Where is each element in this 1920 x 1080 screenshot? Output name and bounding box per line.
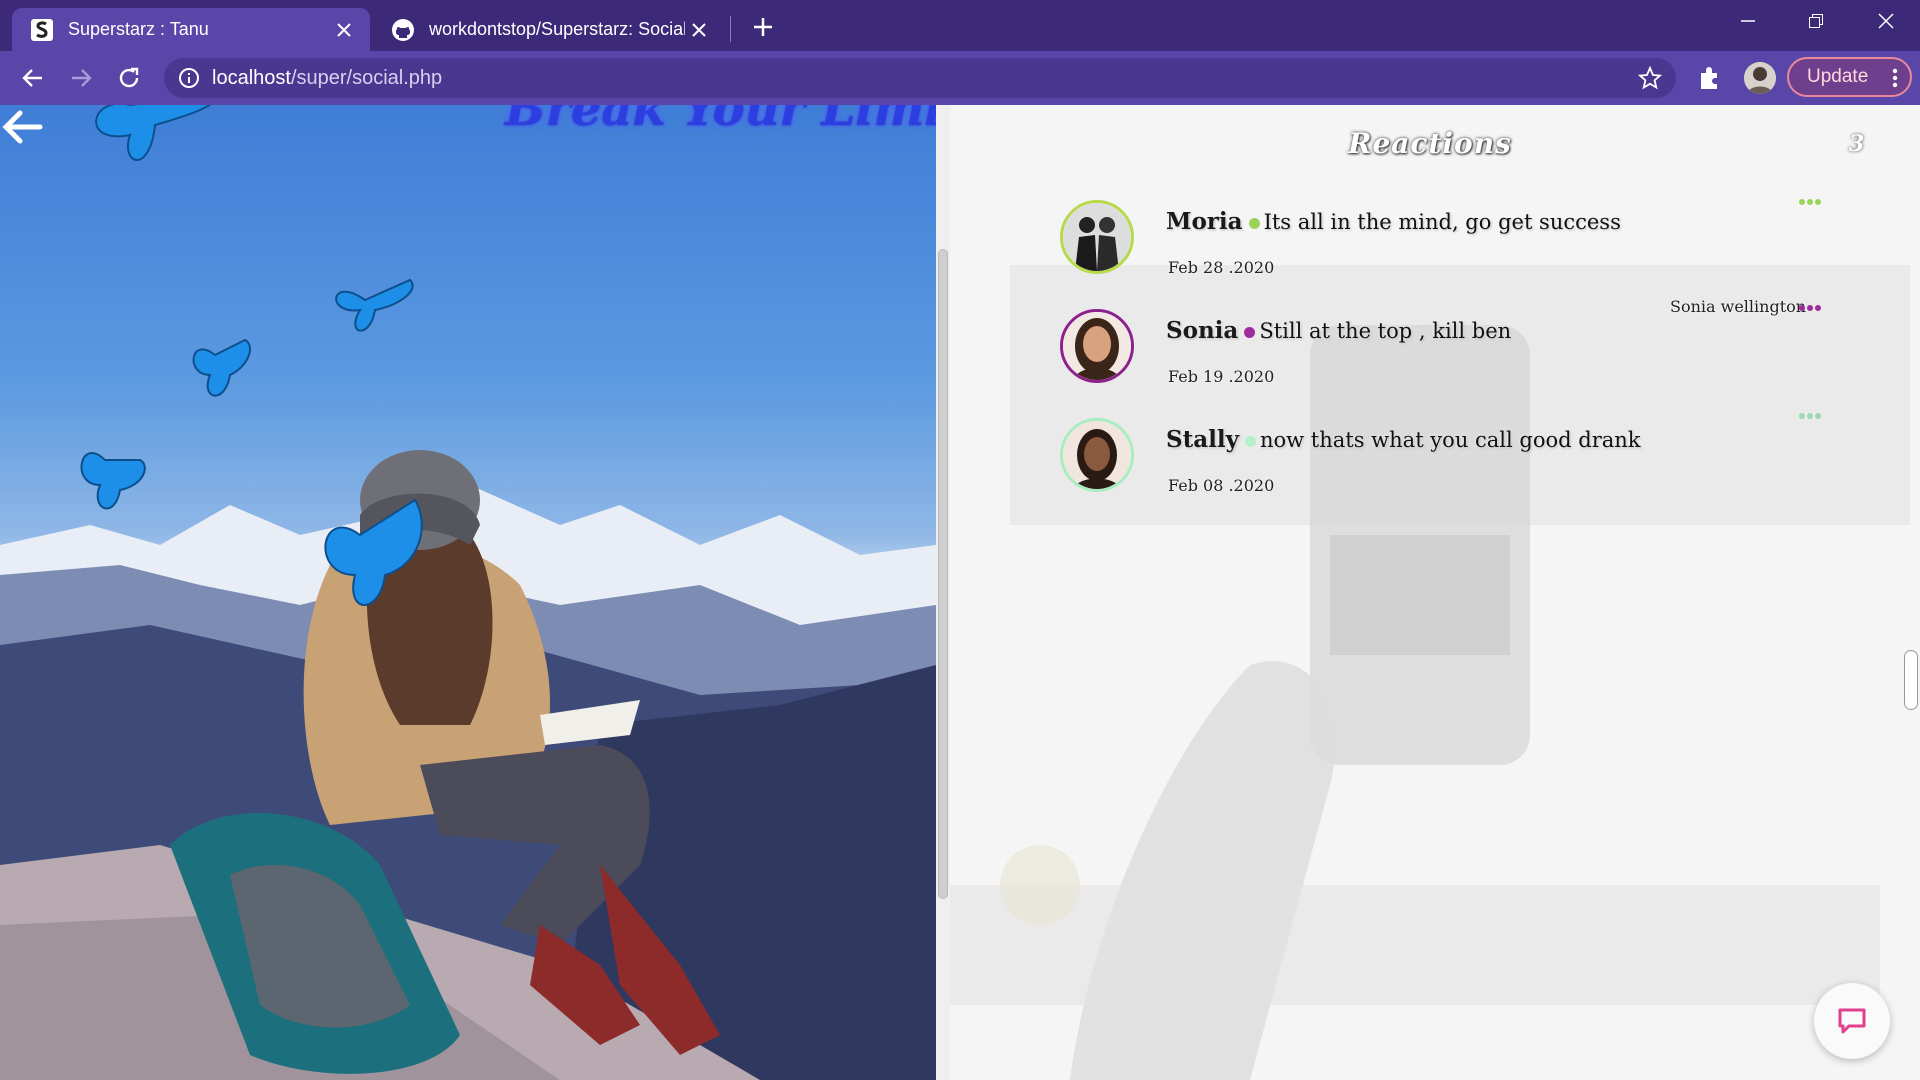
status-dot [1244, 435, 1256, 447]
hero-landscape-illustration [0, 105, 936, 1080]
minimize-icon [1741, 20, 1755, 22]
status-dot [1248, 217, 1260, 229]
update-label: Update [1807, 66, 1869, 87]
commenter-name[interactable]: Sonia [1166, 317, 1238, 344]
comment-item: Sonia Still at the top , kill ben Feb 19 … [1060, 309, 1860, 399]
scrollbar-thumb[interactable] [938, 249, 948, 899]
close-window-button[interactable] [1852, 0, 1920, 42]
close-icon [1878, 13, 1894, 29]
tab-strip: Superstarz : Tanu workdontstop/Superstar… [0, 0, 1920, 51]
page-scrollbar-thumb[interactable] [1904, 650, 1918, 710]
left-panel-scrollbar[interactable] [936, 105, 950, 1080]
close-tab-icon[interactable] [685, 16, 713, 44]
github-icon [391, 18, 415, 42]
commenter-name[interactable]: Stally [1166, 426, 1239, 453]
avatar[interactable] [1060, 309, 1134, 383]
restore-icon [1809, 14, 1823, 28]
url-text: localhost/super/social.php [212, 67, 442, 90]
tab-title: Superstarz : Tanu [68, 19, 209, 39]
tab-github[interactable]: workdontstop/Superstarz: Social [373, 8, 725, 51]
chat-bubble-icon [1838, 1008, 1866, 1034]
reload-button[interactable] [112, 61, 146, 95]
bookmark-star-icon[interactable] [1638, 66, 1662, 90]
comment-date: Feb 08 .2020 [1168, 476, 1275, 495]
forward-button[interactable] [64, 61, 98, 95]
reactions-panel: Reactions 3 Sonia wellington Moria Its al… [950, 105, 1920, 1080]
profile-avatar[interactable] [1744, 62, 1776, 94]
address-bar[interactable]: localhost/super/social.php [164, 58, 1676, 98]
comment-item: Stally now thats what you call good drank… [1060, 418, 1860, 508]
commenter-name[interactable]: Moria [1166, 208, 1243, 235]
tab-title: workdontstop/Superstarz: Social [429, 19, 685, 39]
slogan-text: Break Your Limits [505, 105, 936, 137]
comment-text: Still at the top , kill ben [1259, 319, 1512, 343]
reload-icon [119, 67, 139, 88]
tab-separator [730, 16, 731, 42]
avatar-photo-icon [1063, 312, 1131, 380]
profile-photo-icon [1744, 62, 1776, 94]
minimize-button[interactable] [1714, 0, 1782, 42]
arrow-left-icon [22, 69, 42, 87]
url-path: /super/social.php [290, 66, 443, 89]
avatar[interactable] [1060, 200, 1134, 274]
back-button[interactable] [16, 61, 50, 95]
url-host: localhost [212, 66, 291, 89]
comment-item: Moria Its all in the mind, go get success… [1060, 200, 1860, 290]
avatar[interactable] [1060, 418, 1134, 492]
plus-icon [754, 18, 772, 36]
comment-text: now thats what you call good drank [1259, 428, 1641, 452]
info-icon[interactable] [178, 67, 200, 89]
update-button[interactable]: Update [1787, 57, 1912, 97]
hero-photo-panel: Break Your Limits [0, 105, 936, 1080]
comment-date: Feb 19 .2020 [1168, 367, 1275, 386]
comment-line: Moria Its all in the mind, go get success [1166, 208, 1621, 235]
comment-date: Feb 28 .2020 [1168, 258, 1275, 277]
tab-superstarz[interactable]: Superstarz : Tanu [12, 8, 370, 51]
reactions-title: Reactions [1348, 127, 1512, 160]
avatar-photo-icon [1063, 421, 1131, 489]
kebab-menu-icon[interactable] [1892, 68, 1898, 88]
back-arrow-icon[interactable] [0, 105, 44, 149]
chat-button[interactable] [1814, 983, 1890, 1059]
close-tab-icon[interactable] [330, 16, 358, 44]
browser-toolbar: localhost/super/social.php Update [0, 51, 1920, 105]
comment-text: Its all in the mind, go get success [1263, 210, 1621, 234]
arrow-right-icon [72, 69, 92, 87]
avatar-photo-icon [1063, 203, 1131, 271]
new-tab-button[interactable] [748, 12, 778, 42]
comment-line: Sonia Still at the top , kill ben [1166, 317, 1511, 344]
status-dot [1244, 326, 1256, 338]
comment-line: Stally now thats what you call good drank [1166, 426, 1641, 453]
extensions-puzzle-icon[interactable] [1695, 63, 1725, 93]
reactions-count: 3 [1849, 131, 1865, 157]
restore-button[interactable] [1782, 0, 1850, 42]
superstarz-favicon-icon [30, 18, 54, 42]
page-content: Break Your Limits Reactions 3 Sonia well… [0, 105, 1920, 1080]
